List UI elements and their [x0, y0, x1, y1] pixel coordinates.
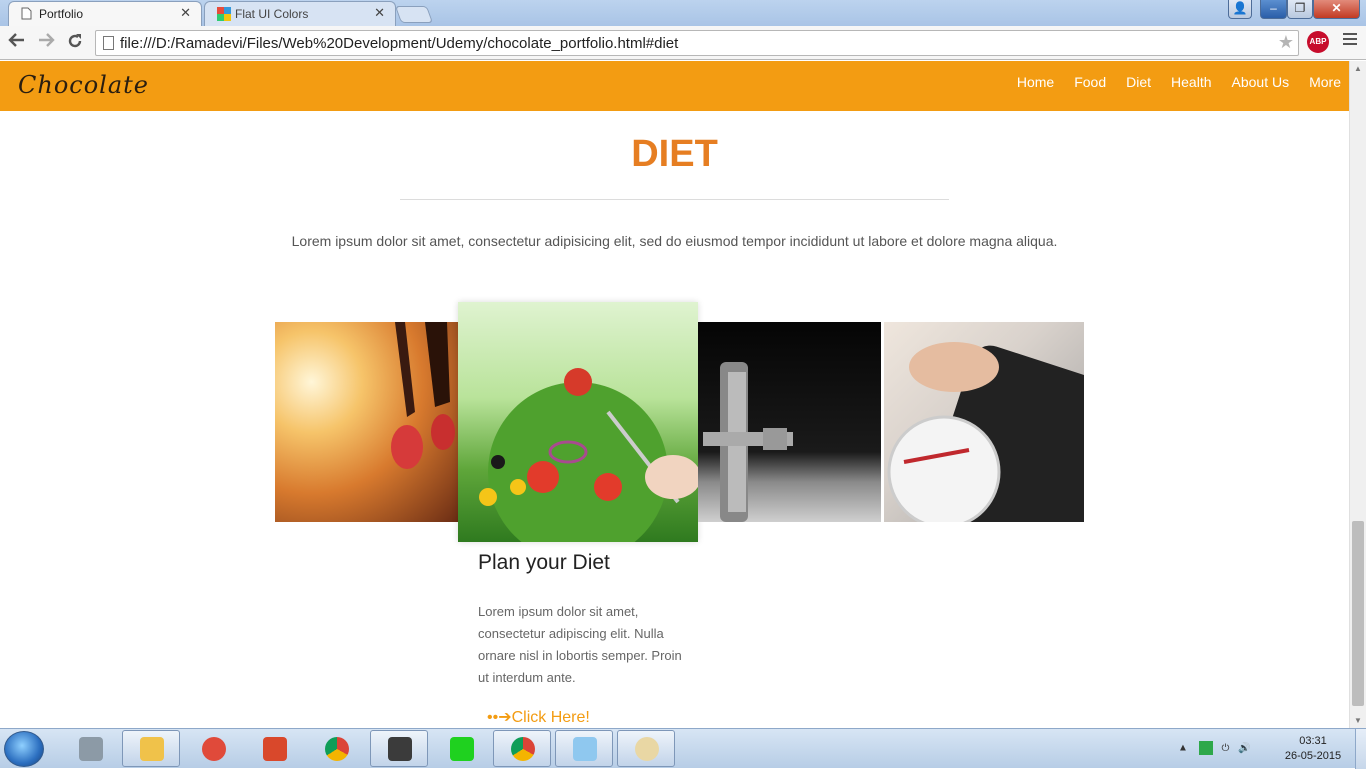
system-clock[interactable]: 03:31 26-05-2015 — [1278, 734, 1348, 764]
hamburger-menu-icon[interactable] — [1343, 33, 1357, 48]
file-explorer-icon[interactable] — [122, 730, 180, 767]
bathroom-scale-image[interactable] — [884, 322, 1084, 522]
link-label: Click Here! — [511, 709, 590, 726]
page-viewport: Chocolate Home Food Diet Health About Us… — [0, 61, 1366, 728]
nav-food[interactable]: Food — [1074, 74, 1106, 90]
chrome-icon[interactable] — [493, 730, 551, 767]
tab-flat-ui-colors[interactable]: Flat UI Colors ✕ — [204, 1, 396, 26]
nav-links: Home Food Diet Health About Us More — [997, 74, 1341, 90]
green-app-icon[interactable] — [1198, 741, 1213, 755]
scroll-thumb[interactable] — [1352, 521, 1364, 706]
show-desktop-button[interactable] — [1355, 729, 1366, 769]
vertical-scrollbar[interactable]: ▲ ▼ — [1349, 61, 1366, 728]
power-icon[interactable]: ⏻ — [1221, 743, 1229, 754]
windows-taskbar: ▲ ⏻ 🔊 03:31 26-05-2015 — [0, 728, 1366, 769]
tab-portfolio[interactable]: Portfolio ✕ — [8, 1, 202, 26]
card-title: Plan your Diet — [478, 551, 610, 574]
running-shoes-image[interactable] — [275, 322, 458, 522]
browser-toolbar: file:///D:/Ramadevi/Files/Web%20Developm… — [0, 26, 1366, 60]
network-tool-icon[interactable] — [61, 730, 119, 767]
restore-button[interactable]: ❐ — [1287, 0, 1313, 19]
brand-logo[interactable]: Chocolate — [18, 71, 149, 99]
notepad-icon[interactable] — [555, 730, 613, 767]
nav-diet[interactable]: Diet — [1126, 74, 1151, 90]
clock-time: 03:31 — [1299, 735, 1327, 747]
salad-image[interactable] — [458, 302, 698, 542]
tab-title: Portfolio — [39, 7, 84, 21]
reload-icon[interactable] — [66, 32, 84, 55]
back-arrow-icon[interactable] — [8, 32, 26, 53]
address-bar[interactable]: file:///D:/Ramadevi/Files/Web%20Developm… — [95, 30, 1299, 56]
nav-more[interactable]: More — [1309, 74, 1341, 90]
chrome-icon[interactable] — [307, 730, 365, 767]
clock-date: 26-05-2015 — [1284, 750, 1342, 762]
section-title: DIET — [631, 133, 718, 175]
card-text: Lorem ipsum dolor sit amet, consectetur … — [478, 604, 682, 685]
chevron-up-icon[interactable]: ▲ — [1178, 743, 1188, 754]
sublime-text-icon[interactable] — [370, 730, 428, 767]
bookmark-star-icon[interactable]: ★ — [1278, 32, 1294, 53]
nav-about-us[interactable]: About Us — [1232, 74, 1290, 90]
close-icon[interactable]: ✕ — [374, 5, 385, 21]
adblock-plus-icon[interactable]: ABP — [1307, 31, 1329, 53]
divider — [400, 199, 949, 200]
nav-home[interactable]: Home — [1017, 74, 1054, 90]
new-tab-button[interactable] — [394, 6, 434, 23]
color-grid-icon — [217, 7, 231, 22]
section-intro: Lorem ipsum dolor sit amet, consectetur … — [291, 233, 1058, 249]
browser-tab-strip: Portfolio ✕ Flat UI Colors ✕ 👤 – ❐ ✕ — [0, 0, 1366, 26]
site-navbar: Chocolate Home Food Diet Health About Us… — [0, 61, 1349, 111]
window-close-button[interactable]: ✕ — [1313, 0, 1360, 19]
scroll-down-icon[interactable]: ▼ — [1354, 716, 1362, 725]
chevron-right-icon: ••➔ — [487, 709, 512, 726]
dumbbell-weights-image[interactable] — [698, 322, 881, 522]
volume-icon[interactable]: 🔊 — [1238, 743, 1250, 754]
forward-arrow-icon[interactable] — [37, 32, 55, 53]
address-text: file:///D:/Ramadevi/Files/Web%20Developm… — [120, 35, 679, 52]
paint-palette-icon[interactable] — [617, 730, 675, 767]
close-icon[interactable]: ✕ — [180, 5, 191, 21]
nav-health[interactable]: Health — [1171, 74, 1211, 90]
page-icon — [21, 7, 34, 22]
minimize-button[interactable]: – — [1260, 0, 1287, 19]
paint-app-icon[interactable] — [245, 730, 303, 767]
user-profile-button[interactable]: 👤 — [1228, 0, 1252, 19]
system-tray[interactable]: ▲ ⏻ 🔊 — [1178, 741, 1251, 755]
page-icon — [103, 36, 114, 50]
scroll-up-icon[interactable]: ▲ — [1354, 64, 1362, 73]
click-here-link[interactable]: ••➔Click Here! — [487, 707, 590, 727]
tab-title: Flat UI Colors — [235, 7, 309, 21]
app-icon-red-star[interactable] — [184, 730, 242, 767]
start-button[interactable] — [4, 731, 44, 767]
chip-emulator-icon[interactable] — [432, 730, 490, 767]
